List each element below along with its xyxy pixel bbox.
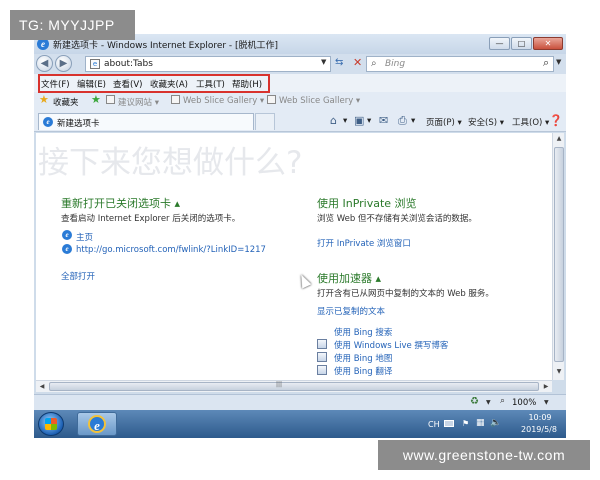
bing-maps-accelerator[interactable]: 使用 Bing 地图 <box>334 352 392 364</box>
network-icon[interactable]: ▦ <box>476 418 485 428</box>
zoom-icon[interactable]: ⌕ <box>500 396 505 406</box>
tab-label: 新建选项卡 <box>57 119 100 129</box>
web-slice-icon <box>171 95 180 104</box>
page-menu[interactable]: 页面(P) ▾ <box>426 116 462 128</box>
feeds-dropdown-icon[interactable]: ▾ <box>367 116 371 126</box>
horizontal-scroll-thumb[interactable] <box>49 382 539 391</box>
vertical-scroll-thumb[interactable] <box>554 147 564 362</box>
page-icon: e <box>90 59 100 69</box>
close-button[interactable]: ✕ <box>533 37 563 50</box>
search-dropdown-icon[interactable]: ▼ <box>556 58 561 66</box>
forward-button[interactable]: ▶ <box>55 55 72 72</box>
vertical-scrollbar[interactable]: ▲ ▼ <box>552 133 564 380</box>
feeds-icon[interactable]: ▣ <box>354 114 364 127</box>
print-dropdown-icon[interactable]: ▾ <box>411 116 415 126</box>
tray-time[interactable]: 10:09 <box>522 413 558 422</box>
new-tab-button[interactable] <box>255 113 275 130</box>
tab-ie-icon: e <box>43 117 53 127</box>
bing-maps-icon <box>317 352 327 362</box>
safety-menu[interactable]: 安全(S) ▾ <box>468 116 504 128</box>
zoom-dropdown-icon[interactable]: ▼ <box>544 399 549 406</box>
protected-mode-icon[interactable]: ♻ <box>470 396 479 407</box>
tools-menu[interactable]: 工具(O) ▾ <box>512 116 549 128</box>
address-url: about:Tabs <box>104 59 153 69</box>
refresh-icon[interactable]: ⇆ <box>335 57 343 68</box>
home-page-link[interactable]: 主页 <box>76 231 93 243</box>
web-slice-icon <box>267 95 276 104</box>
maximize-button[interactable]: □ <box>511 37 532 50</box>
reopen-closed-tabs-title[interactable]: 重新打开已关闭选项卡 ▴ <box>61 195 180 211</box>
web-slice-gallery-link-2[interactable]: Web Slice Gallery ▾ <box>279 96 360 106</box>
stop-icon[interactable]: ✕ <box>353 56 362 69</box>
scroll-left-icon[interactable]: ◀ <box>36 381 48 392</box>
reopen-closed-tabs-desc: 查看启动 Internet Explorer 后关闭的选项卡。 <box>61 214 241 224</box>
menu-highlight-box <box>38 74 270 93</box>
add-favorite-icon[interactable]: ★ <box>91 93 101 106</box>
closed-tab-url-link[interactable]: http://go.microsoft.com/fwlink/?LinkID=1… <box>76 245 266 255</box>
scroll-grip-icon: ||| <box>276 381 283 388</box>
favorites-button[interactable]: 收藏夹 <box>53 96 79 108</box>
page-heading: 接下来您想做什么? <box>38 145 303 181</box>
ie-window: e 新建选项卡 - Windows Internet Explorer - [脱… <box>34 34 566 438</box>
home-dropdown-icon[interactable]: ▾ <box>343 116 347 126</box>
bing-translate-icon <box>317 365 327 375</box>
keyboard-icon[interactable] <box>444 420 454 427</box>
scroll-down-icon[interactable]: ▼ <box>554 366 564 378</box>
windows-logo-icon <box>45 418 57 430</box>
help-icon[interactable]: ❓ <box>549 114 563 127</box>
ie-taskbar-icon: e <box>88 415 106 433</box>
search-go-icon[interactable]: ⌕ <box>543 56 549 70</box>
scroll-right-icon[interactable]: ▶ <box>540 381 552 392</box>
action-center-flag-icon[interactable]: ⚑ <box>462 419 469 428</box>
inprivate-desc: 浏览 Web 但不存储有关浏览会话的数据。 <box>317 214 477 224</box>
inprivate-title: 使用 InPrivate 浏览 <box>317 197 417 210</box>
address-dropdown-icon[interactable]: ▼ <box>321 58 326 66</box>
address-input[interactable]: e about:Tabs <box>85 56 331 72</box>
favorites-star-icon[interactable]: ★ <box>39 93 49 106</box>
bing-translate-accelerator[interactable]: 使用 Bing 翻译 <box>334 365 392 377</box>
search-placeholder: Bing <box>385 59 406 69</box>
scroll-up-icon[interactable]: ▲ <box>554 133 564 145</box>
bing-search-icon: ⌕ <box>371 58 377 69</box>
accelerators-title[interactable]: 使用加速器 ▴ <box>317 270 381 286</box>
print-icon[interactable]: ⎙ <box>398 114 407 128</box>
windows-live-blog-accelerator[interactable]: 使用 Windows Live 撰写博客 <box>334 339 448 351</box>
start-button[interactable] <box>38 412 64 436</box>
watermark-bottom-right: www.greenstone-tw.com <box>378 440 590 470</box>
bing-search-accelerator[interactable]: 使用 Bing 搜索 <box>334 326 392 338</box>
minimize-button[interactable]: — <box>489 37 510 50</box>
home-icon[interactable]: ⌂ <box>330 114 337 127</box>
ie-page-icon: e <box>62 230 72 240</box>
tab-new-tab[interactable]: e 新建选项卡 <box>38 113 254 130</box>
volume-icon[interactable]: 🔈 <box>490 418 501 428</box>
horizontal-scrollbar[interactable]: ◀ ||| ▶ <box>36 380 552 392</box>
accelerators-desc: 打开含有已从网页中复制的文本的 Web 服务。 <box>317 289 494 299</box>
search-input[interactable]: ⌕ Bing <box>366 56 554 72</box>
tray-date[interactable]: 2019/5/8 <box>514 425 564 434</box>
status-dropdown-icon[interactable]: ▼ <box>486 399 491 406</box>
suggested-sites-icon <box>106 95 115 104</box>
suggested-sites-link[interactable]: 建议网站 ▾ <box>118 96 159 108</box>
back-button[interactable]: ◀ <box>36 55 53 72</box>
tray-language[interactable]: CH <box>428 420 440 429</box>
open-inprivate-link[interactable]: 打开 InPrivate 浏览窗口 <box>317 237 411 249</box>
open-all-link[interactable]: 全部打开 <box>61 270 95 282</box>
watermark-top-left: TG: MYYJJPP <box>10 10 135 40</box>
taskbar-ie-button[interactable]: e <box>77 412 117 436</box>
mail-icon[interactable]: ✉ <box>379 114 388 127</box>
zoom-level[interactable]: 100% <box>512 398 536 408</box>
ie-page-icon: e <box>62 244 72 254</box>
windows-live-blog-icon <box>317 339 327 349</box>
show-copied-text-link[interactable]: 显示已复制的文本 <box>317 305 385 317</box>
web-slice-gallery-link-1[interactable]: Web Slice Gallery ▾ <box>183 96 264 106</box>
